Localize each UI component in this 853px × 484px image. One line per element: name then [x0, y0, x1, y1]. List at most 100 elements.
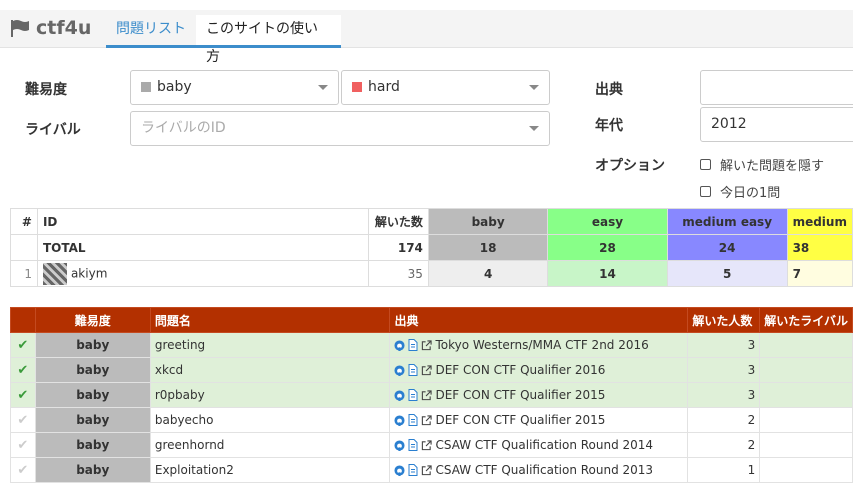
col-problem-name[interactable]: 問題名 [149, 307, 391, 333]
check-cell: ✔ [10, 432, 36, 458]
ranking-table: # ID 解いた数 baby easy medium easy medium T… [10, 208, 853, 287]
problem-name[interactable]: greeting [149, 332, 391, 358]
tab-problem-list[interactable]: 問題リスト [106, 15, 196, 48]
total-label: TOTAL [36, 234, 369, 261]
difficulty-max-value: hard [368, 79, 400, 95]
col-solved-rivals[interactable]: 解いたライバル [759, 307, 853, 333]
option-label: オプション [595, 158, 665, 174]
file-icon[interactable] [408, 414, 418, 426]
source-cell: DEF CON CTF Qualifier 2015 [389, 382, 689, 408]
total-medium: 38 [786, 234, 853, 261]
file-icon[interactable] [408, 339, 418, 351]
difficulty-badge: baby [34, 357, 151, 383]
year-label: 年代 [595, 118, 623, 134]
source-cell: DEF CON CTF Qualifier 2015 [389, 407, 689, 433]
col-medium[interactable]: medium [786, 208, 853, 235]
checkbox-box[interactable] [700, 159, 711, 170]
col-source[interactable]: 出典 [389, 307, 689, 333]
col-check [10, 307, 36, 333]
difficulty-label: 難易度 [25, 82, 67, 98]
col-id[interactable]: ID [36, 208, 369, 235]
year-input[interactable]: 2012 [700, 107, 853, 142]
hide-solved-checkbox[interactable]: 解いた問題を隠す [700, 155, 824, 174]
source-label: 出典 [595, 82, 623, 98]
external-link-icon[interactable] [421, 440, 433, 451]
col-baby[interactable]: baby [427, 208, 549, 235]
source-name[interactable]: CSAW CTF Qualification Round 2013 [435, 463, 653, 477]
problem-header-row: 難易度 問題名 出典 解いた人数 解いたライバル [10, 307, 853, 333]
github-icon[interactable] [394, 415, 406, 426]
github-icon[interactable] [394, 365, 406, 376]
difficulty-badge: baby [34, 382, 151, 408]
problem-row[interactable]: ✔ baby Exploitation2 CSAW CTF Qualification… [10, 457, 853, 483]
source-name[interactable]: DEF CON CTF Qualifier 2015 [435, 388, 605, 402]
source-cell: Tokyo Westerns/MMA CTF 2nd 2016 [389, 332, 689, 358]
problem-name[interactable]: r0pbaby [149, 382, 391, 408]
check-icon: ✔ [17, 412, 29, 428]
user-baby: 4 [427, 260, 549, 287]
github-icon[interactable] [394, 340, 406, 351]
problem-name[interactable]: babyecho [149, 407, 391, 433]
source-cell: CSAW CTF Qualification Round 2013 [389, 457, 689, 483]
external-link-icon[interactable] [421, 465, 433, 476]
col-rank: # [10, 208, 38, 235]
file-icon[interactable] [408, 464, 418, 476]
rival-select[interactable]: ライバルのID [130, 111, 550, 146]
external-link-icon[interactable] [421, 340, 433, 351]
github-icon[interactable] [394, 440, 406, 451]
github-icon[interactable] [394, 465, 406, 476]
external-link-icon[interactable] [421, 415, 433, 426]
col-solved[interactable]: 解いた数 [367, 208, 429, 235]
source-name[interactable]: Tokyo Westerns/MMA CTF 2nd 2016 [435, 338, 648, 352]
user-medium: 7 [786, 260, 853, 287]
problem-row[interactable]: ✔ baby greenhornd CSAW CTF Qualification Ro… [10, 432, 853, 458]
chevron-down-icon [529, 85, 539, 90]
brand-logo[interactable]: ctf4u [10, 17, 91, 39]
user-solved: 35 [367, 260, 429, 287]
external-link-icon[interactable] [421, 365, 433, 376]
problem-name[interactable]: Exploitation2 [149, 457, 391, 483]
difficulty-min-value: baby [157, 79, 192, 95]
col-difficulty[interactable]: 難易度 [34, 307, 151, 333]
problem-row[interactable]: ✔ baby babyecho DEF CON CTF Qualifier 2015 2 [10, 407, 853, 433]
col-solved-count[interactable]: 解いた人数 [687, 307, 761, 333]
solved-rivals [759, 357, 853, 383]
problem-row[interactable]: ✔ baby greeting Tokyo Westerns/MMA CTF 2nd … [10, 332, 853, 358]
difficulty-max-select[interactable]: hard [341, 70, 550, 105]
solved-rivals [759, 432, 853, 458]
difficulty-min-select[interactable]: baby [130, 70, 339, 105]
problem-row[interactable]: ✔ baby xkcd DEF CON CTF Qualifier 2016 3 [10, 357, 853, 383]
problem-row[interactable]: ✔ baby r0pbaby DEF CON CTF Qualifier 2015 3 [10, 382, 853, 408]
source-input[interactable] [700, 70, 853, 105]
solved-rivals [759, 457, 853, 483]
user-id-cell[interactable]: akiym [36, 260, 369, 287]
file-icon[interactable] [408, 364, 418, 376]
chevron-down-icon [529, 126, 539, 131]
tab-how-to-use[interactable]: このサイトの使い方 [196, 15, 341, 65]
source-name[interactable]: DEF CON CTF Qualifier 2016 [435, 363, 605, 377]
problem-name[interactable]: greenhornd [149, 432, 391, 458]
total-solved: 174 [367, 234, 429, 261]
checkbox-box[interactable] [700, 186, 711, 197]
total-row: TOTAL 174 18 28 24 38 [10, 234, 853, 261]
external-link-icon[interactable] [421, 390, 433, 401]
check-icon: ✔ [17, 362, 29, 378]
daily-problem-checkbox[interactable]: 今日の1問 [700, 182, 780, 201]
check-cell: ✔ [10, 407, 36, 433]
year-value: 2012 [711, 116, 747, 132]
source-name[interactable]: DEF CON CTF Qualifier 2015 [435, 413, 605, 427]
rival-placeholder: ライバルのID [141, 120, 226, 136]
file-icon[interactable] [408, 439, 418, 451]
source-cell: CSAW CTF Qualification Round 2014 [389, 432, 689, 458]
solved-count: 2 [687, 407, 761, 433]
ranking-header-row: # ID 解いた数 baby easy medium easy medium [10, 208, 853, 235]
col-medium-easy[interactable]: medium easy [666, 208, 788, 235]
source-name[interactable]: CSAW CTF Qualification Round 2014 [435, 438, 653, 452]
chevron-down-icon [318, 85, 328, 90]
problem-name[interactable]: xkcd [149, 357, 391, 383]
github-icon[interactable] [394, 390, 406, 401]
col-easy[interactable]: easy [547, 208, 668, 235]
file-icon[interactable] [408, 389, 418, 401]
user-id[interactable]: akiym [71, 266, 107, 280]
problem-table: 難易度 問題名 出典 解いた人数 解いたライバル ✔ baby greeting To… [10, 307, 853, 483]
